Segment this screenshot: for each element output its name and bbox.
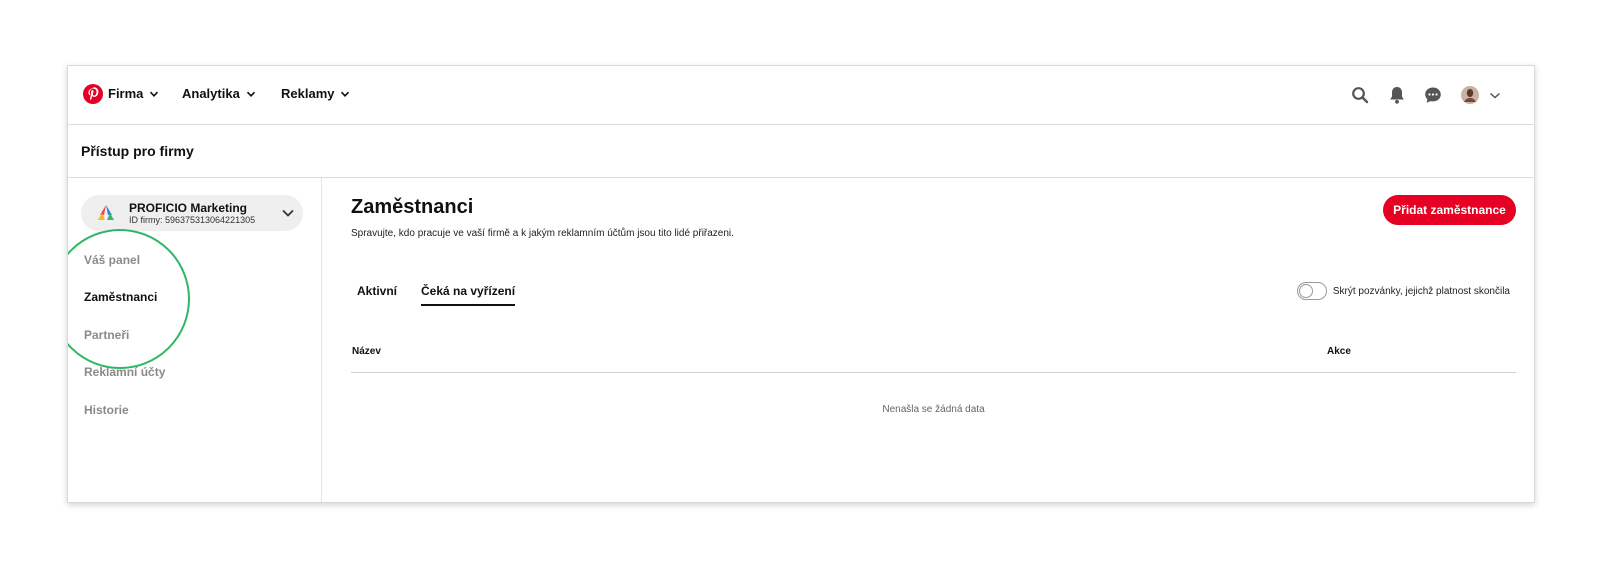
chevron-down-icon (150, 91, 159, 97)
column-header-nazev[interactable]: Název (352, 346, 381, 357)
nav-analytika-label: Analytika (182, 86, 240, 101)
main-content: Zaměstnanci Spravujte, kdo pracuje ve va… (322, 178, 1534, 502)
company-switcher[interactable]: PROFICIO Marketing ID firmy: 59637531306… (81, 195, 303, 231)
nav-firma-label: Firma (108, 86, 144, 101)
column-header-akce: Akce (1327, 346, 1351, 357)
tab-ceka-na-vyrizeni[interactable]: Čeká na vyřízení (421, 284, 516, 306)
hide-expired-label: Skrýt pozvánky, jejichž platnost skončil… (1332, 285, 1510, 297)
top-navigation: Firma Analytika Reklamy (68, 66, 1534, 125)
chevron-down-icon[interactable] (1488, 85, 1502, 105)
nav-reklamy[interactable]: Reklamy (281, 86, 350, 101)
avatar[interactable] (1460, 85, 1480, 105)
tab-aktivni[interactable]: Aktivní (357, 284, 397, 298)
page-title: Přístup pro firmy (81, 143, 194, 159)
page-header: Přístup pro firmy (68, 125, 1534, 178)
section-description: Spravujte, kdo pracuje ve vaší firmě a k… (351, 228, 734, 239)
chevron-down-icon (341, 91, 350, 97)
company-name: PROFICIO Marketing (129, 201, 248, 215)
nav-firma[interactable]: Firma (108, 86, 159, 101)
sidebar-item-historie[interactable]: Historie (84, 403, 129, 417)
sidebar: PROFICIO Marketing ID firmy: 59637531306… (68, 178, 322, 502)
chevron-down-icon (282, 209, 294, 217)
nav-analytika[interactable]: Analytika (182, 86, 256, 101)
highlight-annotation-circle (68, 229, 190, 369)
chat-icon[interactable] (1423, 85, 1443, 105)
toggle-knob (1298, 284, 1313, 298)
pinterest-logo-icon[interactable] (83, 84, 103, 104)
hide-expired-toggle-row: Skrýt pozvánky, jejichž platnost skončil… (1296, 282, 1510, 300)
company-id: ID firmy: 596375313064221305 (129, 215, 256, 225)
add-employee-button[interactable]: Přidat zaměstnance (1383, 195, 1516, 225)
table-divider (351, 372, 1516, 373)
company-logo-icon (98, 205, 114, 220)
bell-icon[interactable] (1387, 85, 1407, 105)
hide-expired-toggle[interactable] (1296, 282, 1327, 300)
nav-reklamy-label: Reklamy (281, 86, 335, 101)
search-icon[interactable] (1350, 85, 1370, 105)
empty-state-text: Nenašla se žádná data (882, 404, 985, 415)
app-window: Firma Analytika Reklamy Přístup pro firm… (67, 65, 1535, 503)
section-title: Zaměstnanci (351, 196, 474, 218)
chevron-down-icon (246, 91, 255, 97)
